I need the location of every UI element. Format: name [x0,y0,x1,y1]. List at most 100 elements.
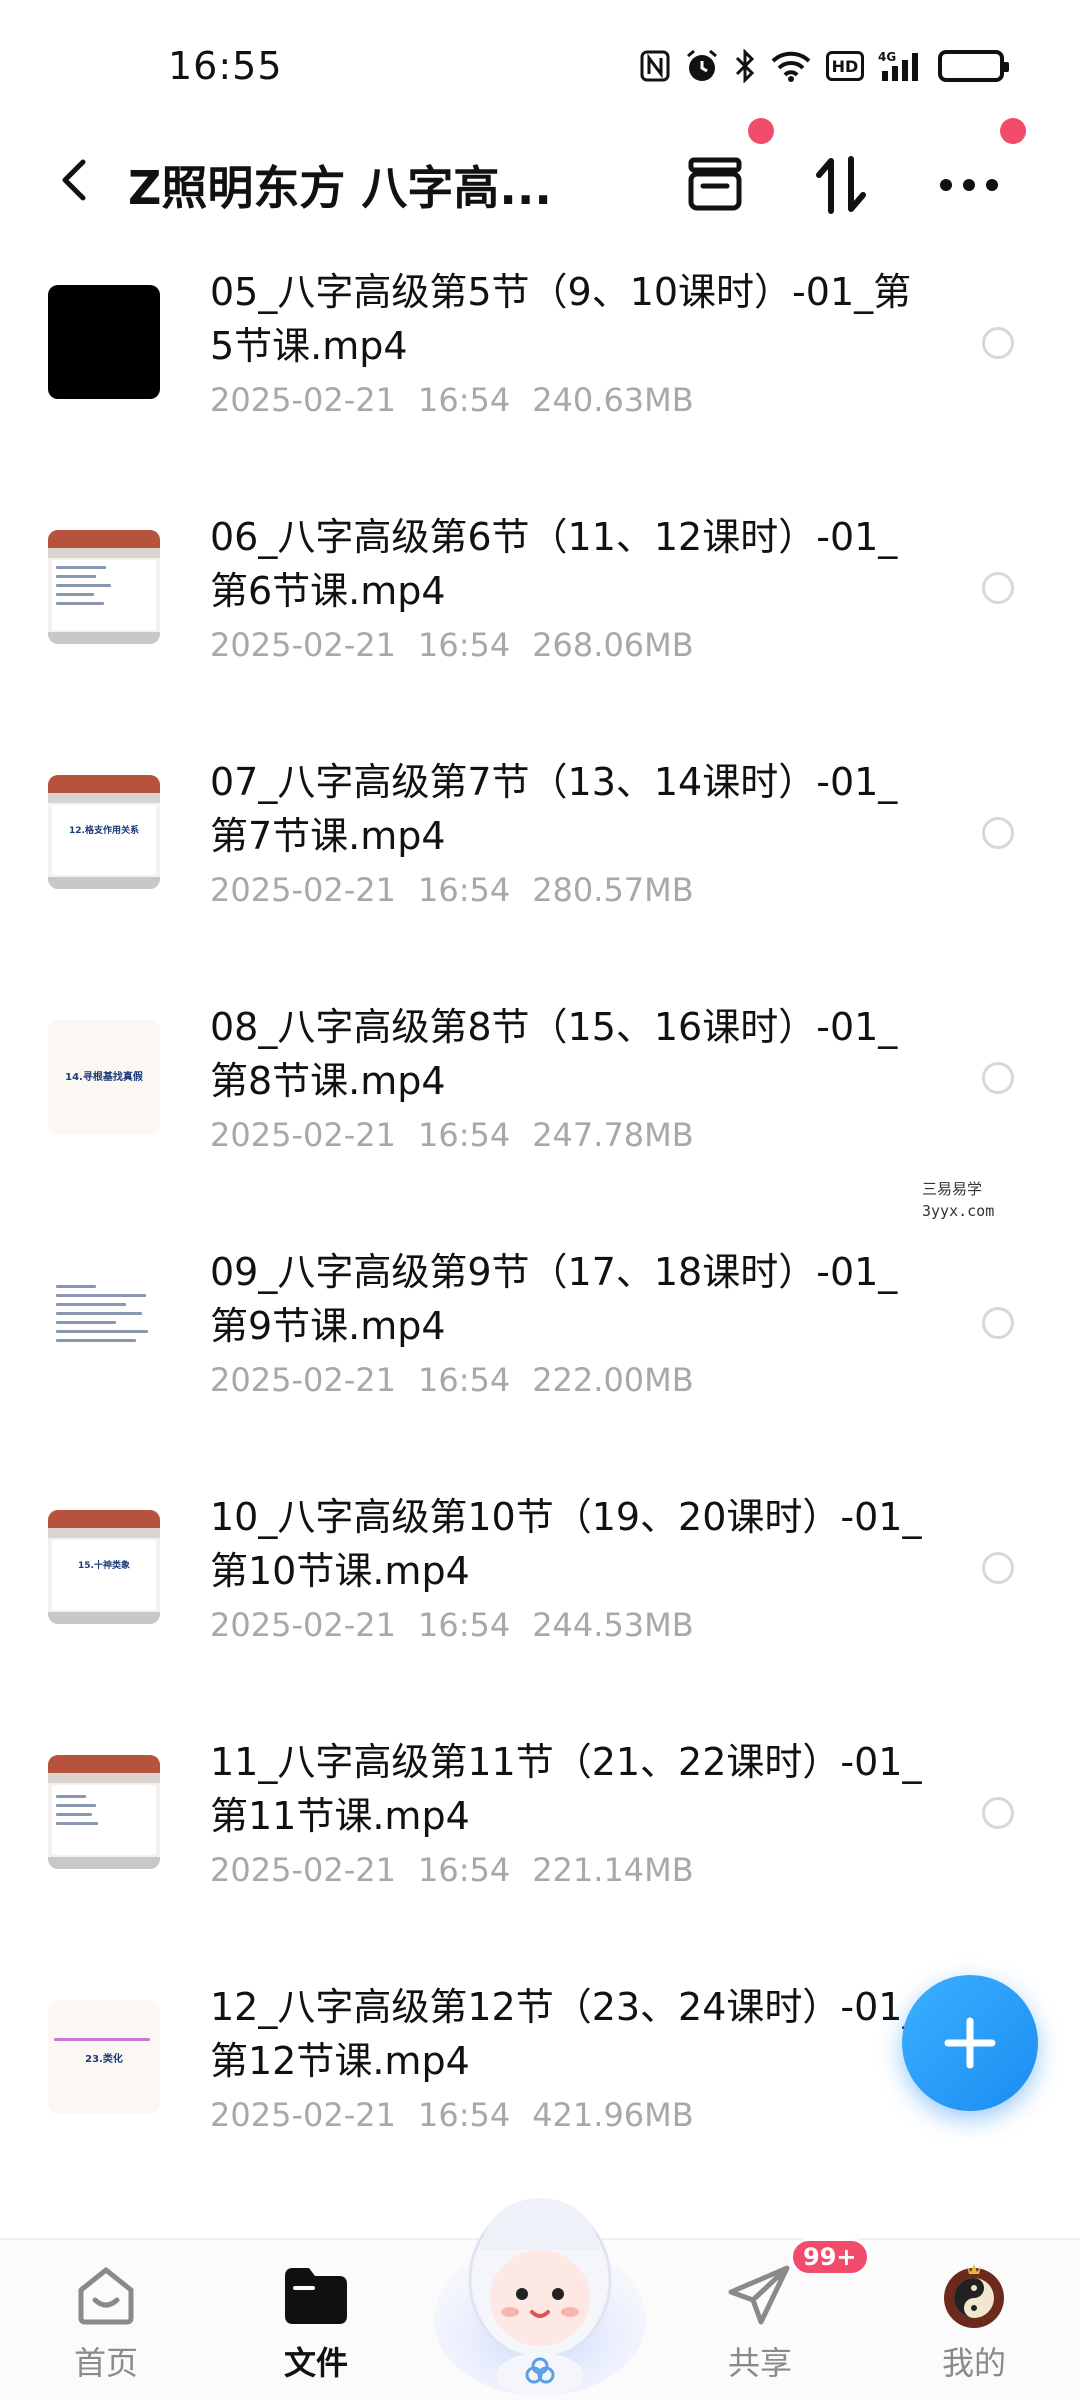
file-size: 222.00MB [532,1361,694,1399]
file-name: 08_八字高级第8节（15、16课时）-01_第8节课.mp4 [210,1005,898,1103]
thumbnail-text: 15.十神类象 [78,1561,130,1571]
select-radio[interactable] [982,817,1014,849]
bluetooth-icon [734,46,756,86]
archive-icon [688,157,742,211]
add-button[interactable] [902,1975,1038,2111]
nav-mine[interactable]: 我的 [904,2260,1044,2384]
file-name: 05_八字高级第5节（9、10课时）-01_第5节课.mp4 [210,270,912,368]
video-thumbnail: 23.类化 [48,2000,160,2114]
nav-files-label: 文件 [283,2344,348,2382]
watermark: 三易易学 3yyx.com [922,1178,994,1222]
file-meta: 2025-02-21 16:54 240.63MB [210,381,716,419]
chevron-left-icon [62,159,86,201]
nav-home-label: 首页 [73,2344,138,2382]
nav-share-label: 共享 [727,2344,792,2382]
file-time: 16:54 [417,381,511,419]
select-radio[interactable] [982,1552,1014,1584]
file-meta: 2025-02-21 16:54 247.78MB [210,1116,716,1154]
share-count-badge: 99+ [790,2238,870,2276]
video-thumbnail: 14.寻根基找真假 [48,1020,160,1134]
file-size: 240.63MB [532,381,694,419]
file-name: 06_八字高级第6节（11、12课时）-01_第6节课.mp4 [210,515,898,613]
status-bar: 16:55 HD 4G [0,0,1080,130]
file-name: 09_八字高级第9节（17、18课时）-01_第9节课.mp4 [210,1250,898,1348]
file-date: 2025-02-21 [210,1606,396,1644]
nav-home[interactable]: 首页 [36,2260,176,2384]
video-thumbnail [48,285,160,399]
archive-notification-dot [748,118,774,144]
file-date: 2025-02-21 [210,381,396,419]
file-date: 2025-02-21 [210,1116,396,1154]
file-meta: 2025-02-21 16:54 244.53MB [210,1606,716,1644]
file-row[interactable]: 09_八字高级第9节（17、18课时）-01_第9节课.mp4 2025-02-… [0,1225,1080,1470]
thumbnail-text: 14.寻根基找真假 [65,1072,143,1083]
plus-icon [944,2017,996,2069]
file-time: 16:54 [417,1361,511,1399]
watermark-line-1: 三易易学 [922,1180,983,1198]
file-size: 221.14MB [532,1851,694,1889]
file-name: 07_八字高级第7节（13、14课时）-01_第7节课.mp4 [210,760,898,858]
file-name: 10_八字高级第10节（19、20课时）-01_第10节课.mp4 [210,1495,922,1593]
hd-icon: HD [826,46,864,86]
paper-plane-icon [725,2260,795,2330]
select-radio[interactable] [982,572,1014,604]
header: Z照明东方 八字高... [0,118,1080,240]
sort-icon [816,156,866,214]
nav-files[interactable]: 文件 [246,2260,386,2384]
status-time: 16:55 [168,44,283,88]
file-size: 268.06MB [532,626,694,664]
file-meta: 2025-02-21 16:54 280.57MB [210,871,716,909]
file-row[interactable]: 05_八字高级第5节（9、10课时）-01_第5节课.mp4 2025-02-2… [0,245,1080,490]
astronaut-mascot-icon [434,2198,646,2397]
video-thumbnail: 12.格支作用关系 [48,775,160,889]
select-radio[interactable] [982,1797,1014,1829]
file-date: 2025-02-21 [210,2096,396,2134]
back-button[interactable] [44,150,104,210]
file-name: 11_八字高级第11节（21、22课时）-01_第11节课.mp4 [210,1740,922,1838]
more-notification-dot [1000,118,1026,144]
file-size: 244.53MB [532,1606,694,1644]
file-date: 2025-02-21 [210,626,396,664]
file-date: 2025-02-21 [210,1851,396,1889]
file-date: 2025-02-21 [210,1361,396,1399]
file-meta: 2025-02-21 16:54 222.00MB [210,1361,716,1399]
page-title: Z照明东方 八字高... [128,161,552,215]
select-radio[interactable] [982,1062,1014,1094]
battery-icon [938,46,1009,86]
file-row[interactable]: 06_八字高级第6节（11、12课时）-01_第6节课.mp4 2025-02-… [0,490,1080,735]
alarm-icon [684,46,720,86]
file-time: 16:54 [417,1606,511,1644]
file-meta: 2025-02-21 16:54 421.96MB [210,2096,716,2134]
file-row[interactable]: 15.十神类象 10_八字高级第10节（19、20课时）-01_第10节课.mp… [0,1470,1080,1715]
file-time: 16:54 [417,2096,511,2134]
home-icon [71,2260,141,2330]
file-time: 16:54 [417,871,511,909]
file-meta: 2025-02-21 16:54 268.06MB [210,626,716,664]
file-row[interactable]: 14.寻根基找真假 08_八字高级第8节（15、16课时）-01_第8节课.mp… [0,980,1080,1225]
video-thumbnail: 15.十神类象 [48,1510,160,1624]
file-size: 280.57MB [532,871,694,909]
select-radio[interactable] [982,1307,1014,1339]
file-size: 247.78MB [532,1116,694,1154]
more-dots-icon [940,179,998,191]
file-row[interactable]: 12.格支作用关系 07_八字高级第7节（13、14课时）-01_第7节课.mp… [0,735,1080,980]
wifi-icon [770,46,812,86]
video-thumbnail [48,530,160,644]
nav-share[interactable]: 共享 [690,2260,830,2384]
nav-mine-label: 我的 [941,2344,1006,2382]
file-time: 16:54 [417,1851,511,1889]
file-date: 2025-02-21 [210,871,396,909]
thumbnail-text: 12.格支作用关系 [69,826,139,836]
mascot-assistant-button[interactable] [430,2170,650,2400]
sort-button[interactable] [806,150,876,220]
select-radio[interactable] [982,327,1014,359]
thumbnail-text: 23.类化 [85,2054,123,2065]
archive-button[interactable] [680,150,750,220]
video-thumbnail [48,1265,160,1379]
file-list: 05_八字高级第5节（9、10课时）-01_第5节课.mp4 2025-02-2… [0,245,1080,2205]
video-thumbnail [48,1755,160,1869]
file-row[interactable]: 11_八字高级第11节（21、22课时）-01_第11节课.mp4 2025-0… [0,1715,1080,1960]
file-size: 421.96MB [532,2096,694,2134]
file-meta: 2025-02-21 16:54 221.14MB [210,1851,716,1889]
more-button[interactable] [934,150,1004,220]
